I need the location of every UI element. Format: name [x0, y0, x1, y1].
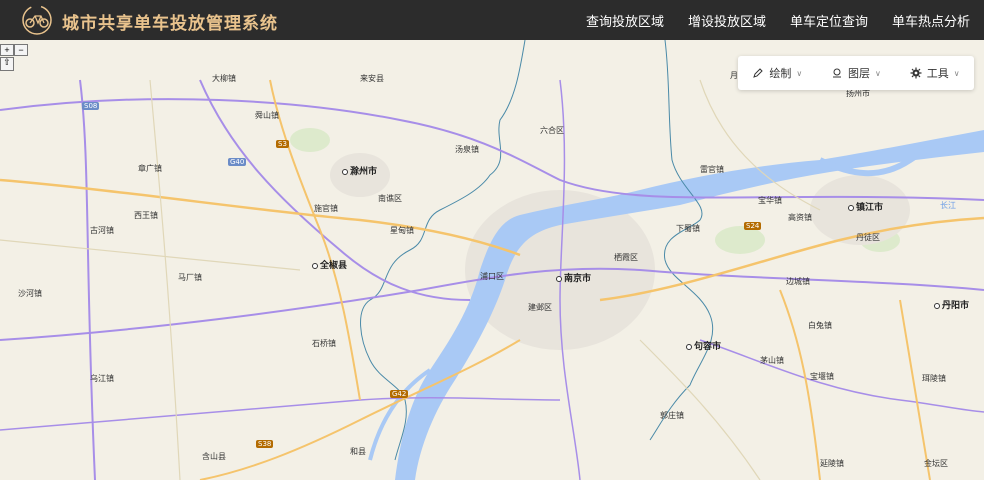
place-label: 南谯区 — [378, 194, 402, 203]
place-label: 延陵镇 — [820, 459, 844, 468]
place-label: 马厂镇 — [178, 273, 202, 282]
place-label: 郭庄镇 — [660, 411, 684, 420]
road-shield: G42 — [390, 390, 409, 398]
city-label: 丹阳市 — [934, 298, 969, 311]
city-label: 句容市 — [686, 339, 721, 352]
place-label: 建邺区 — [528, 303, 552, 312]
place-label: 宝华镇 — [758, 196, 782, 205]
place-label: 施官镇 — [314, 204, 338, 213]
place-label: 汤泉镇 — [455, 145, 479, 154]
city-label: 南京市 — [556, 271, 591, 284]
pencil-icon — [753, 68, 764, 78]
place-label: 六合区 — [540, 126, 564, 135]
gear-icon — [910, 67, 922, 79]
place-label: 宝堰镇 — [810, 372, 834, 381]
chevron-down-icon: ∨ — [953, 68, 960, 78]
chevron-down-icon: ∨ — [796, 68, 803, 78]
zoom-out-button[interactable]: − — [14, 44, 28, 56]
place-label: 栖霞区 — [614, 253, 638, 262]
road-shield: S24 — [744, 222, 762, 230]
place-label: 来安县 — [360, 74, 384, 83]
place-label: 高资镇 — [788, 213, 812, 222]
place-label: 白兔镇 — [808, 321, 832, 330]
nav-bike-location[interactable]: 单车定位查询 — [790, 11, 868, 30]
place-label: 金坛区 — [924, 459, 948, 468]
map-view[interactable]: 滁州市 南京市 镇江市 句容市 全椒县 南谯区 浦口区 建邺区 栖霞区 丹徒区 … — [0, 40, 984, 480]
nav-add-area[interactable]: 增设投放区域 — [688, 11, 766, 30]
place-label: 边城镇 — [786, 277, 810, 286]
layers-icon — [833, 68, 842, 78]
city-label: 全椒县 — [312, 258, 347, 271]
place-label: 古河镇 — [90, 226, 114, 235]
place-label: 和县 — [350, 447, 366, 456]
place-label: 章广镇 — [138, 164, 162, 173]
map-toolbar: 绘制 ∨ 图层 ∨ 工具 ∨ — [738, 56, 974, 90]
zoom-controls: + − — [0, 44, 28, 56]
place-label: 舜山镇 — [255, 111, 279, 120]
app-title: 城市共享单车投放管理系统 — [62, 14, 278, 34]
tools-label: 工具 — [926, 67, 949, 80]
main-nav: 查询投放区域 增设投放区域 单车定位查询 单车热点分析 — [586, 0, 970, 40]
place-label: 沙河镇 — [18, 289, 42, 298]
road-shield: G40 — [228, 158, 247, 166]
place-label: 下蜀镇 — [676, 224, 700, 233]
nav-query-area[interactable]: 查询投放区域 — [586, 11, 664, 30]
place-label: 星甸镇 — [390, 226, 414, 235]
place-label: 含山县 — [202, 452, 226, 461]
reset-view-button[interactable]: ⇧ — [0, 57, 14, 71]
place-label: 珥陵镇 — [922, 374, 946, 383]
zoom-in-button[interactable]: + — [0, 44, 14, 56]
road-shield: S3 — [276, 140, 289, 148]
layers-tool-button[interactable]: 图层 ∨ — [831, 65, 881, 81]
app-header: 城市共享单车投放管理系统 查询投放区域 增设投放区域 单车定位查询 单车热点分析 — [0, 0, 984, 40]
nav-hotspot-analysis[interactable]: 单车热点分析 — [892, 11, 970, 30]
road-shield: S38 — [256, 440, 274, 448]
place-label: 茅山镇 — [760, 356, 784, 365]
place-label: 丹徒区 — [856, 233, 880, 242]
place-label: 浦口区 — [480, 272, 504, 281]
city-label: 滁州市 — [342, 164, 377, 177]
draw-tool-button[interactable]: 绘制 ∨ — [752, 65, 802, 81]
road-shield: S08 — [82, 102, 100, 110]
place-label: 乌江镇 — [90, 374, 114, 383]
place-label: 大柳镇 — [212, 74, 236, 83]
draw-tool-label: 绘制 — [769, 67, 792, 80]
bicycle-logo-icon — [22, 5, 52, 35]
river-label: 长江 — [940, 201, 956, 210]
place-label: 西王镇 — [134, 211, 158, 220]
city-label: 镇江市 — [848, 200, 883, 213]
tools-button[interactable]: 工具 ∨ — [910, 65, 960, 81]
place-label: 石桥镇 — [312, 339, 336, 348]
chevron-down-icon: ∨ — [875, 68, 881, 78]
layers-tool-label: 图层 — [848, 67, 871, 80]
map-canvas — [0, 40, 984, 480]
place-label: 雷官镇 — [700, 165, 724, 174]
